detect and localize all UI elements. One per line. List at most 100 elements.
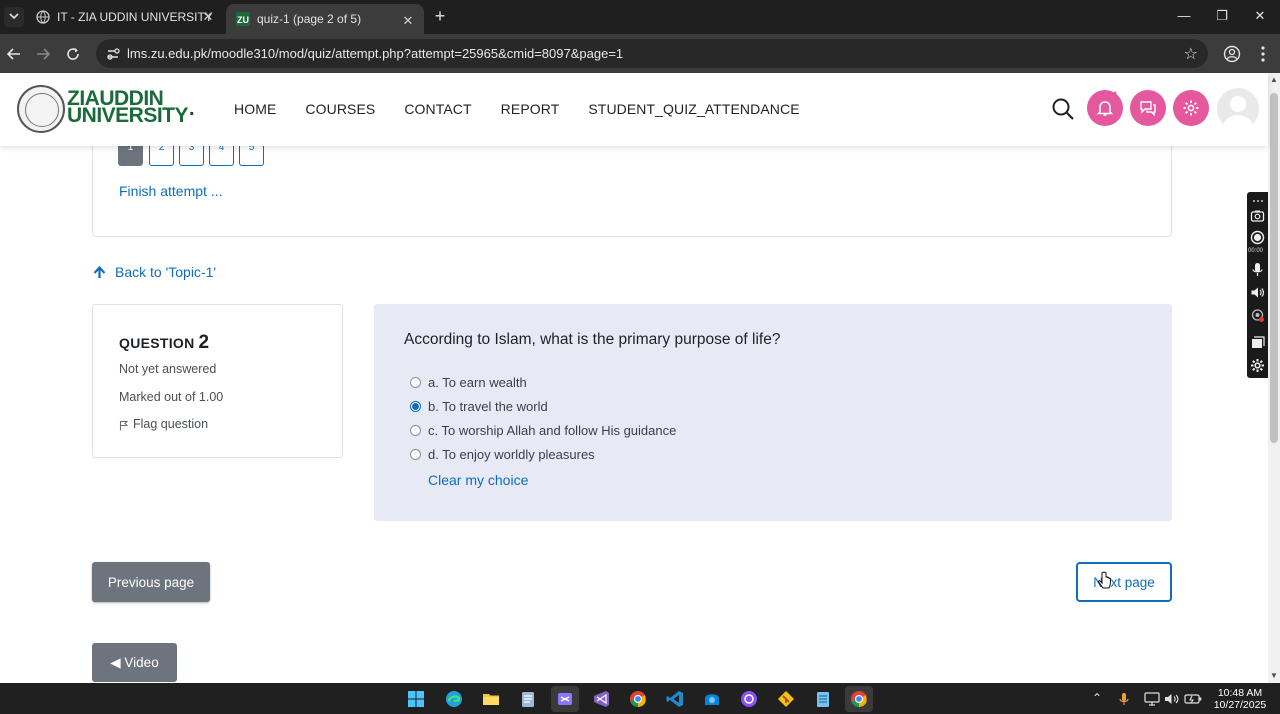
screen-recorder-panel: 00:00: [1247, 192, 1268, 378]
page-scrollbar[interactable]: ▲ ▼: [1268, 73, 1280, 683]
browser-tab-bar: IT - ZIA UDDIN UNIVERSITY ✕ ZU quiz-1 (p…: [0, 0, 1280, 34]
tab-search-button[interactable]: [4, 7, 24, 27]
back-arrow-icon[interactable]: [4, 44, 24, 64]
url-text: lms.zu.edu.pk/moodle310/mod/quiz/attempt…: [127, 46, 624, 61]
radio-button[interactable]: [410, 425, 421, 436]
question-content: According to Islam, what is the primary …: [374, 304, 1172, 521]
user-avatar[interactable]: [1217, 88, 1259, 130]
webcam-off-icon[interactable]: [1250, 308, 1265, 323]
record-icon[interactable]: [1250, 230, 1265, 245]
notification-count-badge: 1: [1113, 90, 1119, 100]
answer-option-b[interactable]: b. To travel the world: [410, 399, 548, 414]
scrollbar-thumb[interactable]: [1270, 93, 1278, 443]
finish-attempt-link[interactable]: Finish attempt ...: [119, 183, 222, 199]
windows-start-icon[interactable]: [407, 690, 425, 708]
microphone-icon[interactable]: [1250, 262, 1265, 277]
search-icon[interactable]: [1051, 97, 1075, 121]
scroll-up-arrow-icon[interactable]: ▲: [1270, 75, 1278, 84]
close-window-button[interactable]: ✕: [1248, 6, 1272, 26]
radio-button[interactable]: [410, 449, 421, 460]
taskbar-clock[interactable]: 10:48 AM 10/27/2025: [1212, 687, 1268, 711]
notepad-icon[interactable]: [519, 690, 537, 708]
git-app-icon[interactable]: [777, 690, 795, 708]
scroll-down-arrow-icon[interactable]: ▼: [1270, 671, 1278, 680]
radio-button-selected[interactable]: [410, 401, 421, 412]
recording-timer: 00:00: [1248, 248, 1264, 254]
maximize-button[interactable]: ❐: [1210, 6, 1234, 26]
volume-icon[interactable]: [1164, 692, 1180, 706]
question-heading: QUESTION 2: [119, 332, 210, 353]
svg-text:ZU: ZU: [237, 15, 249, 25]
flag-question-button[interactable]: Flag question: [119, 417, 208, 431]
chrome-icon[interactable]: [629, 690, 647, 708]
microphone-tray-icon[interactable]: [1118, 692, 1130, 706]
back-to-topic-link[interactable]: Back to 'Topic-1': [93, 264, 216, 280]
tab-title: quiz-1 (page 2 of 5): [257, 12, 362, 26]
speaker-icon[interactable]: [1250, 285, 1265, 300]
answer-label: c. To worship Allah and follow His guida…: [428, 423, 677, 438]
reload-icon[interactable]: [63, 44, 83, 64]
chrome-active-icon[interactable]: [850, 690, 868, 708]
nav-report[interactable]: REPORT: [501, 101, 560, 117]
tab-title: IT - ZIA UDDIN UNIVERSITY: [57, 10, 213, 24]
question-grade: Marked out of 1.00: [119, 390, 224, 404]
answer-option-c[interactable]: c. To worship Allah and follow His guida…: [410, 423, 676, 438]
nav-contact[interactable]: CONTACT: [404, 101, 471, 117]
github-desktop-icon[interactable]: [740, 690, 758, 708]
profile-icon[interactable]: [1222, 44, 1242, 64]
question-state: Not yet answered: [119, 362, 217, 376]
radio-button[interactable]: [410, 377, 421, 388]
file-explorer-icon[interactable]: [482, 690, 500, 708]
answer-label: b. To travel the world: [428, 399, 548, 414]
recorder-settings-icon[interactable]: [1250, 358, 1265, 373]
store-app-icon[interactable]: [703, 690, 721, 708]
university-logo-text[interactable]: ZIAUDDIN UNIVERSITY: [67, 88, 189, 126]
edge-browser-icon[interactable]: [445, 690, 463, 708]
site-info-icon[interactable]: [105, 46, 121, 62]
close-tab-icon[interactable]: ✕: [400, 13, 416, 29]
clock-time: 10:48 AM: [1217, 687, 1263, 699]
answer-label: a. To earn wealth: [428, 375, 527, 390]
browser-tab-quiz[interactable]: ZU quiz-1 (page 2 of 5) ✕: [226, 4, 424, 34]
new-tab-button[interactable]: +: [431, 7, 449, 25]
drag-handle-icon[interactable]: [1250, 194, 1265, 209]
camera-icon[interactable]: [1250, 208, 1265, 223]
logo-dot: .: [189, 98, 195, 120]
battery-icon[interactable]: [1184, 692, 1202, 706]
minimize-button[interactable]: —: [1172, 6, 1196, 26]
flag-question-label: Flag question: [133, 417, 209, 431]
previous-page-button[interactable]: Previous page: [92, 562, 210, 602]
chevron-down-icon: [9, 13, 19, 20]
nav-student-quiz-attendance[interactable]: STUDENT_QUIZ_ATTENDANCE: [588, 101, 799, 117]
mouse-pointer-icon: [1098, 571, 1111, 589]
back-link-label: Back to 'Topic-1': [115, 264, 217, 280]
settings-button[interactable]: [1173, 90, 1209, 126]
main-navigation: HOME COURSES CONTACT REPORT STUDENT_QUIZ…: [234, 101, 829, 117]
video-button[interactable]: ◀ Video: [92, 643, 177, 682]
university-seal-logo[interactable]: [17, 85, 65, 133]
site-header: ZIAUDDIN UNIVERSITY . HOME COURSES CONTA…: [0, 73, 1268, 146]
tray-chevron-up-icon[interactable]: ⌃: [1092, 691, 1102, 705]
vscode-icon[interactable]: [666, 690, 684, 708]
snipping-tool-icon[interactable]: [556, 690, 574, 708]
forward-arrow-icon[interactable]: [33, 44, 53, 64]
windows-icon[interactable]: [1250, 335, 1265, 350]
answer-label: d. To enjoy worldly pleasures: [428, 447, 595, 462]
windows-taskbar: ⌃ 10:48 AM 10/27/2025: [0, 683, 1280, 714]
messages-button[interactable]: [1130, 90, 1166, 126]
network-icon[interactable]: [1144, 692, 1160, 706]
bookmark-star-icon[interactable]: ☆: [1184, 44, 1198, 64]
notepad-plus-icon[interactable]: [814, 690, 832, 708]
browser-tab-zia-uddin[interactable]: IT - ZIA UDDIN UNIVERSITY ✕: [26, 0, 224, 34]
clear-choice-link[interactable]: Clear my choice: [428, 472, 528, 488]
address-bar[interactable]: lms.zu.edu.pk/moodle310/mod/quiz/attempt…: [96, 39, 1208, 68]
answer-option-a[interactable]: a. To earn wealth: [410, 375, 527, 390]
flag-icon: [119, 420, 128, 431]
visual-studio-icon[interactable]: [593, 690, 611, 708]
close-tab-icon[interactable]: ✕: [200, 9, 216, 25]
browser-menu-icon[interactable]: [1253, 44, 1273, 64]
answer-option-d[interactable]: d. To enjoy worldly pleasures: [410, 447, 595, 462]
next-page-button[interactable]: Next page: [1076, 562, 1172, 602]
nav-home[interactable]: HOME: [234, 101, 276, 117]
nav-courses[interactable]: COURSES: [305, 101, 375, 117]
